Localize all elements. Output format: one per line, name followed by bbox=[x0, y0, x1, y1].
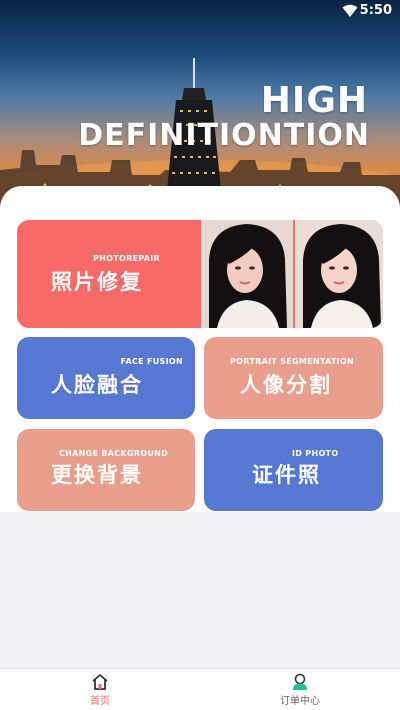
face-fusion-title: 人脸融合 bbox=[51, 373, 143, 397]
app-screen: HIGH DEFINITIONTION 5:50 PHOTOREPAIR 照片修… bbox=[0, 0, 400, 710]
user-icon bbox=[293, 673, 307, 690]
portrait-segmentation-title: 人像分割 bbox=[240, 373, 332, 397]
status-time: 5:50 bbox=[359, 3, 392, 18]
face-fusion-subtitle: FACE FUSION bbox=[120, 357, 183, 366]
portrait-segmentation-subtitle: PORTRAIT SEGMENTATION bbox=[230, 357, 355, 366]
nav-home[interactable]: 首页 bbox=[60, 673, 140, 707]
nav-orders[interactable]: 订单中心 bbox=[260, 673, 340, 707]
change-background-subtitle: CHANGE BACKGROUND bbox=[59, 449, 169, 458]
id-photo-tile[interactable]: ID PHOTO 证件照 bbox=[204, 429, 383, 511]
photo-repair-tile[interactable]: PHOTOREPAIR 照片修复 bbox=[17, 220, 383, 328]
id-photo-subtitle: ID PHOTO bbox=[292, 449, 339, 458]
change-background-title: 更换背景 bbox=[51, 463, 143, 487]
id-photo-title: 证件照 bbox=[252, 463, 321, 487]
bottom-navigation: 首页 订单中心 bbox=[0, 668, 400, 710]
status-bar: 5:50 bbox=[0, 0, 400, 22]
portrait-before-image bbox=[201, 220, 293, 328]
hero-banner: HIGH DEFINITIONTION bbox=[0, 0, 400, 215]
change-background-tile[interactable]: CHANGE BACKGROUND 更换背景 bbox=[17, 429, 195, 511]
portrait-after-image bbox=[295, 220, 383, 328]
hero-title-line1: HIGH bbox=[260, 80, 368, 121]
portrait-segmentation-tile[interactable]: PORTRAIT SEGMENTATION 人像分割 bbox=[204, 337, 383, 419]
hero-title-line2: DEFINITIONTION bbox=[78, 118, 370, 153]
wifi-icon bbox=[342, 4, 358, 17]
photo-repair-title: 照片修复 bbox=[51, 270, 143, 294]
nav-orders-label: 订单中心 bbox=[280, 696, 320, 707]
feature-panel: PHOTOREPAIR 照片修复 FACE FUSION 人脸融合 PORTRA… bbox=[0, 186, 400, 512]
face-fusion-tile[interactable]: FACE FUSION 人脸融合 bbox=[17, 337, 195, 419]
photo-repair-subtitle: PHOTOREPAIR bbox=[93, 254, 160, 263]
nav-home-label: 首页 bbox=[90, 696, 110, 707]
home-icon bbox=[92, 674, 108, 690]
